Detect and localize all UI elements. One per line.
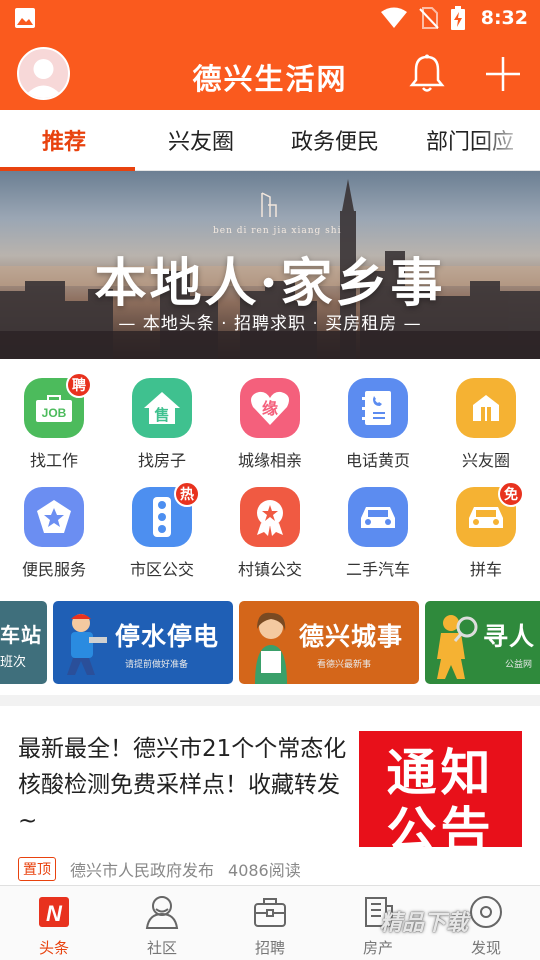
nav-headlines[interactable]: N 头条: [0, 894, 108, 958]
bell-icon[interactable]: [408, 54, 446, 94]
grid-item-used-cars[interactable]: 二手汽车: [324, 487, 432, 580]
promo-title: 车站: [0, 623, 42, 647]
promo-subtitle: 班次: [0, 655, 27, 670]
grid-item-convenience-service[interactable]: 便民服务: [0, 487, 108, 580]
promo-card-missing-person[interactable]: 寻人 公益网: [425, 601, 540, 684]
community-icon: [456, 378, 516, 438]
promo-card-city-news[interactable]: 德兴城事 看德兴最新事: [239, 601, 419, 684]
grid-item-find-job[interactable]: JOB 聘 找工作: [0, 372, 108, 471]
status-bar: 8:32: [0, 0, 540, 36]
nav-community[interactable]: 社区: [108, 894, 216, 958]
compass-icon: [470, 896, 502, 928]
tab-government-services[interactable]: 政务便民: [291, 124, 379, 156]
carpool-icon: 免: [456, 481, 524, 547]
app-header: 德兴生活网: [0, 36, 540, 110]
plus-icon[interactable]: [485, 56, 521, 92]
star-service-icon: [24, 487, 84, 547]
promo-subtitle: 看德兴最新事: [317, 660, 372, 670]
hot-badge: 热: [174, 481, 200, 507]
grid-label: 二手汽车: [345, 560, 410, 579]
promo-title: 停水停电: [115, 622, 220, 651]
grid-label: 找房子: [137, 451, 186, 470]
battery-charging-icon: [450, 6, 465, 30]
grid-label: 电话黄页: [345, 451, 410, 470]
job-icon: JOB 聘: [24, 372, 92, 438]
wifi-icon: [380, 7, 407, 28]
service-grid: JOB 聘 找工作 售 找房子 缘 城缘相亲 电话黄页 兴友圈 便民服务 热 市…: [0, 359, 540, 595]
svg-text:JOB: JOB: [42, 406, 67, 420]
app-title: 德兴生活网: [192, 62, 348, 96]
no-sim-icon: [419, 7, 439, 29]
grid-label: 拼车: [469, 560, 502, 579]
thumb-text-line2: 公告: [386, 802, 495, 847]
grid-item-city-bus[interactable]: 热 市区公交: [108, 481, 216, 580]
image-notification-icon: [15, 8, 35, 28]
grid-item-community[interactable]: 兴友圈: [432, 378, 540, 471]
woman-illustration-icon: [255, 612, 287, 684]
grid-label: 找工作: [29, 451, 78, 470]
grid-label: 村镇公交: [237, 560, 302, 579]
news-thumbnail[interactable]: 通知 公告: [359, 731, 522, 847]
grid-item-carpool[interactable]: 免 拼车: [432, 481, 540, 580]
nav-label: 发现: [470, 939, 501, 957]
grid-item-dating[interactable]: 缘 城缘相亲: [216, 378, 324, 471]
headlines-icon: N: [39, 897, 69, 927]
svg-text:缘: 缘: [262, 399, 278, 418]
svg-text:售: 售: [154, 406, 169, 424]
promo-card-outage[interactable]: 停水停电 请提前做好准备: [53, 601, 233, 684]
nav-label: 社区: [146, 939, 177, 957]
svg-text:N: N: [46, 901, 63, 926]
news-title[interactable]: 最新最全！德兴市21个个常态化核酸检测免费采样点！收藏转发~: [18, 731, 348, 839]
phonebook-icon: [348, 378, 408, 438]
tab-xingyouquan[interactable]: 兴友圈: [168, 124, 234, 156]
grid-item-village-bus[interactable]: 村镇公交: [216, 487, 324, 580]
grid-label: 市区公交: [129, 560, 194, 579]
car-icon: [348, 487, 408, 547]
top-tabs: 推荐 兴友圈 政务便民 部门回应: [0, 110, 540, 171]
nav-jobs[interactable]: 招聘: [216, 894, 324, 958]
free-badge: 免: [498, 481, 524, 507]
promo-title: 寻人: [483, 622, 536, 651]
briefcase-icon: [254, 898, 286, 927]
status-time: 8:32: [480, 7, 528, 29]
banner-subtitle: — 本地头条 · 招聘求职 · 买房租房 —: [118, 314, 422, 334]
banner-pinyin: ben di ren jia xiang shi: [213, 226, 342, 236]
repairman-icon: [67, 614, 107, 675]
community-nav-icon: [145, 896, 179, 929]
promo-title: 德兴城事: [299, 622, 404, 651]
grid-label: 城缘相亲: [237, 451, 302, 470]
promo-card-station[interactable]: 车站 班次: [0, 601, 47, 684]
promo-subtitle: 公益网: [505, 660, 533, 670]
news-card[interactable]: 最新最全！德兴市21个个常态化核酸检测免费采样点！收藏转发~ 通知 公告 置顶 …: [0, 706, 540, 886]
news-read-count: 4086阅读: [228, 861, 301, 880]
hero-banner[interactable]: ben di ren jia xiang shi 本地人·家乡事 — 本地头条 …: [0, 171, 540, 359]
nav-label: 头条: [38, 939, 69, 957]
promo-carousel: 车站 班次 停水停电 请提前做好准备 德兴城事 看德兴最新事 寻人 公益网: [0, 595, 540, 695]
tab-recommend[interactable]: 推荐: [42, 124, 86, 156]
magnifier-person-icon: [437, 615, 478, 679]
medal-icon: [240, 487, 300, 547]
tab-department-response[interactable]: 部门回应: [426, 124, 514, 156]
grid-label: 兴友圈: [461, 451, 510, 470]
grid-item-find-house[interactable]: 售 找房子: [108, 378, 216, 471]
promo-subtitle: 请提前做好准备: [125, 660, 189, 670]
house-icon: 售: [132, 378, 192, 438]
news-meta: 置顶 德兴市人民政府发布 4086阅读: [18, 857, 301, 881]
grid-item-phonebook[interactable]: 电话黄页: [324, 378, 432, 471]
nav-label: 房产: [362, 939, 393, 957]
heart-icon: 缘: [240, 378, 300, 438]
watermark-text: 精品下载: [380, 911, 469, 936]
grid-label: 便民服务: [21, 560, 86, 579]
pinned-tag: 置顶: [18, 857, 56, 881]
banner-title: 本地人·家乡事: [94, 253, 446, 314]
news-source: 德兴市人民政府发布: [70, 861, 215, 880]
hiring-badge: 聘: [66, 372, 92, 398]
traffic-light-icon: 热: [132, 481, 200, 547]
nav-label: 招聘: [254, 939, 285, 957]
